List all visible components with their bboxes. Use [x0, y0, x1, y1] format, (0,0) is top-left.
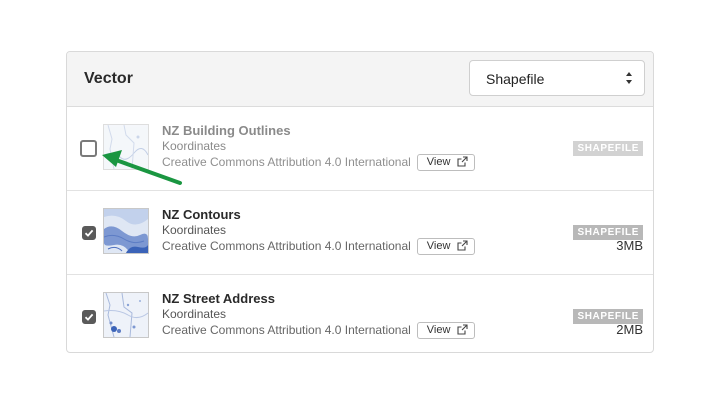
layer-publisher: Koordinates [162, 223, 227, 237]
vector-layers-panel: Vector Shapefile NZ Building Outlines Ko… [66, 51, 654, 353]
layer-checkbox[interactable] [82, 310, 96, 324]
external-link-icon [457, 240, 469, 251]
view-license-button[interactable]: View [416, 154, 476, 171]
view-label: View [426, 324, 451, 336]
map-thumbnail [103, 208, 149, 254]
format-select[interactable]: Shapefile [469, 60, 645, 96]
license-line: Creative Commons Attribution 4.0 Interna… [162, 154, 476, 171]
layer-row-building-outlines: NZ Building Outlines Koordinates Creativ… [67, 107, 653, 191]
checkbox-check-icon [84, 229, 94, 237]
license-text: Creative Commons Attribution 4.0 Interna… [162, 155, 411, 169]
layer-title[interactable]: NZ Street Address [162, 291, 475, 307]
layer-checkbox[interactable] [80, 140, 97, 157]
view-license-button[interactable]: View [416, 238, 476, 255]
external-link-icon [457, 156, 469, 167]
map-thumbnail [103, 124, 149, 170]
license-line: Creative Commons Attribution 4.0 Interna… [162, 322, 476, 339]
layer-title[interactable]: NZ Building Outlines [162, 123, 475, 139]
layer-publisher: Koordinates [162, 307, 227, 321]
license-text: Creative Commons Attribution 4.0 Interna… [162, 239, 411, 253]
panel-header: Vector Shapefile [67, 52, 653, 107]
view-label: View [426, 240, 451, 252]
layer-info: NZ Street Address Koordinates Creative C… [162, 291, 476, 339]
file-size: 3MB [616, 238, 643, 253]
panel-title: Vector [84, 70, 133, 87]
format-select-value: Shapefile [486, 71, 545, 87]
checkbox-check-icon [84, 313, 94, 321]
layer-info: NZ Contours Koordinates Creative Commons… [162, 207, 476, 255]
layer-row-street-address: NZ Street Address Koordinates Creative C… [67, 275, 653, 352]
external-link-icon [457, 324, 469, 335]
map-thumbnail [103, 292, 149, 338]
format-badge: SHAPEFILE [573, 141, 643, 156]
view-license-button[interactable]: View [416, 322, 476, 339]
license-line: Creative Commons Attribution 4.0 Interna… [162, 238, 476, 255]
layer-title[interactable]: NZ Contours [162, 207, 475, 223]
layer-checkbox[interactable] [82, 226, 96, 240]
select-arrows-icon [626, 72, 632, 84]
license-text: Creative Commons Attribution 4.0 Interna… [162, 323, 411, 337]
layer-row-contours: NZ Contours Koordinates Creative Commons… [67, 191, 653, 275]
layer-info: NZ Building Outlines Koordinates Creativ… [162, 123, 476, 171]
file-size: 2MB [616, 322, 643, 337]
view-label: View [426, 156, 451, 168]
layer-publisher: Koordinates [162, 139, 227, 153]
